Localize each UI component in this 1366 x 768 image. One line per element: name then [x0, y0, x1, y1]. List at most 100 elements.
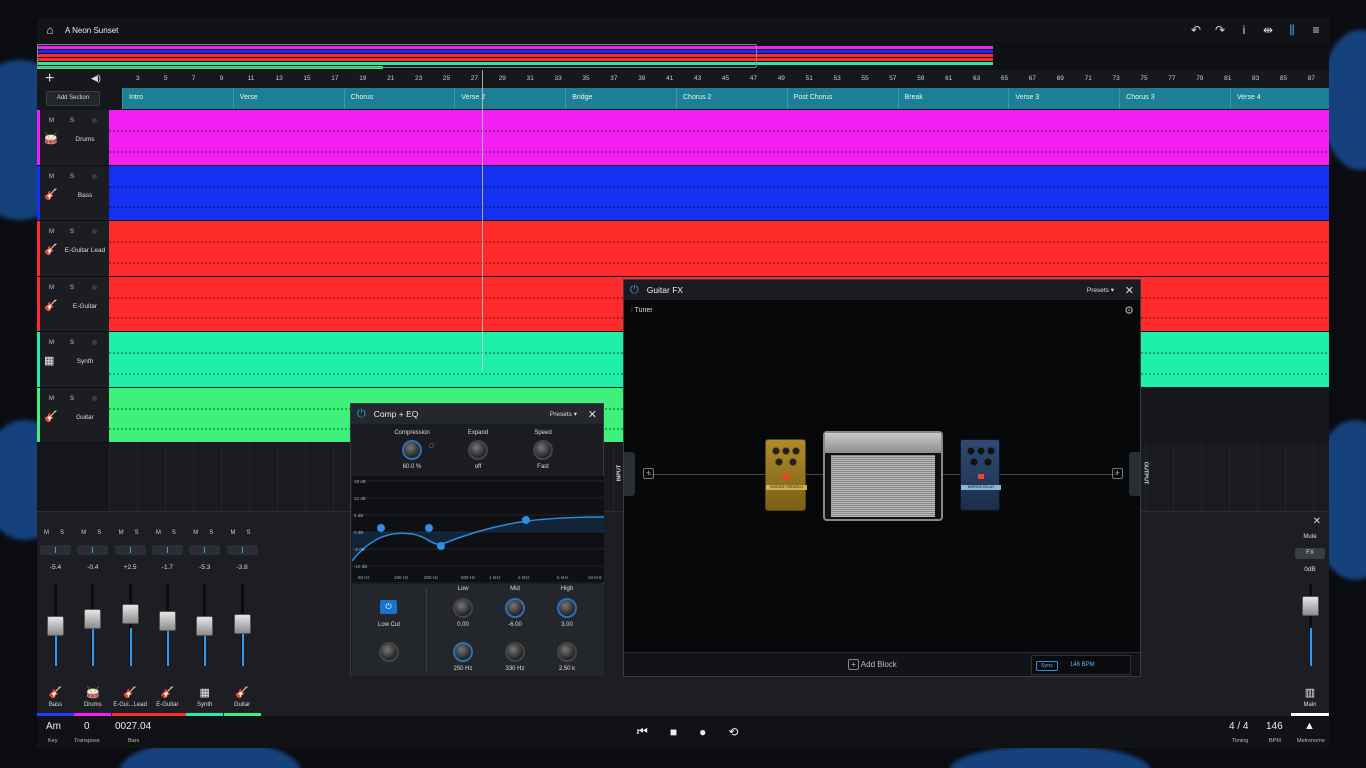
output-jack[interactable] — [1129, 452, 1140, 496]
pan-control[interactable] — [189, 545, 221, 555]
mute-button[interactable]: M — [81, 530, 86, 536]
fader-knob[interactable] — [196, 615, 214, 636]
record-arm-button[interactable] — [92, 340, 97, 345]
mute-button[interactable]: M — [49, 229, 54, 235]
mixer-icon[interactable]: ⫼ — [1285, 23, 1299, 38]
solo-button[interactable]: S — [70, 340, 74, 346]
fader-knob[interactable] — [84, 608, 102, 629]
presets-dropdown[interactable]: Presets ▾ — [1087, 286, 1114, 294]
track-lane[interactable] — [109, 110, 1329, 165]
power-icon[interactable]: ⏻ — [357, 408, 366, 421]
rewind-icon[interactable]: ⏮ — [637, 724, 648, 739]
undo-icon[interactable]: ↶ — [1189, 23, 1203, 37]
timeline-ruler[interactable]: 3 5 7 9 11 13 15 17 19 21 23 25 27 29 31 33 35 37 39 41 43 45… — [109, 70, 1329, 88]
menu-icon[interactable]: ≡ — [1309, 23, 1323, 37]
pan-control[interactable] — [40, 545, 71, 555]
mid-freq-knob[interactable] — [505, 642, 525, 662]
arrange-section[interactable]: Intro — [122, 88, 232, 109]
solo-button[interactable]: S — [247, 530, 251, 536]
record-arm-button[interactable] — [92, 173, 97, 179]
tuner-button[interactable]: ⫶ Tuner — [631, 307, 653, 315]
solo-button[interactable]: S — [70, 396, 74, 402]
record-arm-button[interactable] — [92, 118, 97, 123]
tremolo-pedal[interactable]: VINTAGE TREMOLO — [765, 439, 807, 511]
solo-button[interactable]: S — [70, 285, 74, 291]
fader-knob[interactable] — [47, 616, 64, 637]
add-output-icon[interactable]: + — [1112, 468, 1123, 479]
delay-pedal[interactable]: MIRROR DELAY — [960, 439, 1001, 511]
arrange-section[interactable]: Verse — [232, 88, 343, 109]
high-gain-knob[interactable] — [557, 598, 577, 618]
mute-button[interactable]: M — [119, 530, 124, 536]
main-fader-knob[interactable] — [1302, 596, 1319, 616]
mute-button[interactable]: M — [193, 530, 198, 536]
arrange-section[interactable]: Chorus 2 — [676, 88, 786, 109]
info-icon[interactable]: i — [1237, 23, 1251, 37]
overview-window[interactable] — [37, 44, 757, 68]
compression-knob[interactable] — [402, 440, 422, 460]
song-overview[interactable] — [37, 42, 1329, 70]
track-header[interactable]: M S ▦ Synth — [37, 332, 109, 388]
mute-button[interactable]: M — [49, 174, 54, 180]
track-header[interactable]: M S 🎸 E-Guitar Lead — [37, 221, 109, 277]
bpm-value[interactable]: 146 — [1266, 721, 1283, 732]
fx-bpm[interactable]: 146 BPM — [1070, 662, 1095, 668]
add-section-button[interactable]: Add Section — [46, 91, 100, 106]
arrange-section[interactable]: Chorus 3 — [1119, 88, 1229, 109]
mute-button[interactable]: M — [49, 285, 54, 291]
solo-button[interactable]: S — [70, 118, 74, 124]
power-icon[interactable]: ⏻ — [630, 284, 639, 297]
eq-graph[interactable]: 18 dB 12 dB 6 dB 0 dB -6 dB -12 dB 50 Hz 100 Hz… — [352, 476, 604, 582]
fader-knob[interactable] — [121, 604, 139, 625]
mute-button[interactable]: M — [49, 340, 54, 346]
solo-button[interactable]: S — [172, 530, 176, 536]
close-icon[interactable]: ✕ — [588, 408, 597, 421]
metronome-icon[interactable]: ▲ — [1304, 720, 1315, 732]
stop-icon[interactable]: ■ — [670, 725, 677, 739]
pan-control[interactable] — [226, 545, 258, 555]
speed-knob[interactable] — [533, 440, 553, 460]
record-arm-button[interactable] — [92, 229, 97, 234]
timing-value[interactable]: 4 / 4 — [1229, 721, 1248, 732]
mute-button[interactable]: M — [49, 118, 54, 124]
transpose-value[interactable]: 0 — [84, 721, 90, 732]
playhead[interactable] — [482, 70, 483, 370]
home-icon[interactable]: ⌂ — [43, 23, 57, 37]
bars-value[interactable]: 0027.04 — [115, 721, 151, 732]
arrange-section[interactable]: Break — [897, 88, 1008, 109]
solo-button[interactable]: S — [70, 229, 74, 235]
arrange-section[interactable]: Verse 3 — [1008, 88, 1118, 109]
high-freq-knob[interactable] — [557, 642, 577, 662]
solo-button[interactable]: S — [60, 530, 64, 536]
loop-icon[interactable]: ⟲ — [728, 725, 738, 739]
solo-button[interactable]: S — [70, 174, 74, 180]
expand-knob[interactable] — [468, 440, 488, 460]
add-block-button[interactable]: + Add Block — [848, 659, 897, 670]
key-value[interactable]: Am — [46, 721, 61, 732]
editor-icon[interactable]: ⇹ — [1261, 23, 1275, 37]
low-cut-knob[interactable] — [379, 642, 399, 662]
fader-knob[interactable] — [233, 613, 251, 634]
main-mute-label[interactable]: Mute — [1291, 534, 1329, 540]
main-fx-button[interactable]: FX — [1295, 548, 1325, 559]
arrange-section[interactable]: Verse 4 — [1230, 88, 1329, 109]
arrange-section[interactable]: Chorus — [343, 88, 454, 109]
mixer-close-icon[interactable]: ✕ — [1313, 516, 1321, 527]
add-track-icon[interactable]: + — [45, 70, 54, 88]
mute-button[interactable]: M — [44, 530, 49, 536]
arrange-section[interactable]: Bridge — [565, 88, 675, 109]
add-input-icon[interactable]: + — [643, 468, 654, 479]
arrange-section[interactable]: Post Chorus — [786, 88, 897, 109]
track-lane[interactable] — [109, 165, 1329, 220]
mute-button[interactable]: M — [231, 530, 236, 536]
settings-gear-icon[interactable]: ⚙ — [1124, 304, 1134, 317]
record-icon[interactable]: ● — [699, 725, 706, 739]
mute-button[interactable]: M — [156, 530, 161, 536]
solo-button[interactable]: S — [209, 530, 213, 536]
track-header[interactable]: M S 🎸 E-Guitar — [37, 276, 109, 332]
speaker-icon[interactable]: ◀) — [91, 73, 101, 84]
close-icon[interactable]: ✕ — [1125, 284, 1134, 297]
low-freq-knob[interactable] — [453, 642, 473, 662]
arrange-section[interactable]: Verse 2 — [454, 88, 564, 109]
track-header[interactable]: M S 🎸 Bass — [37, 165, 109, 221]
